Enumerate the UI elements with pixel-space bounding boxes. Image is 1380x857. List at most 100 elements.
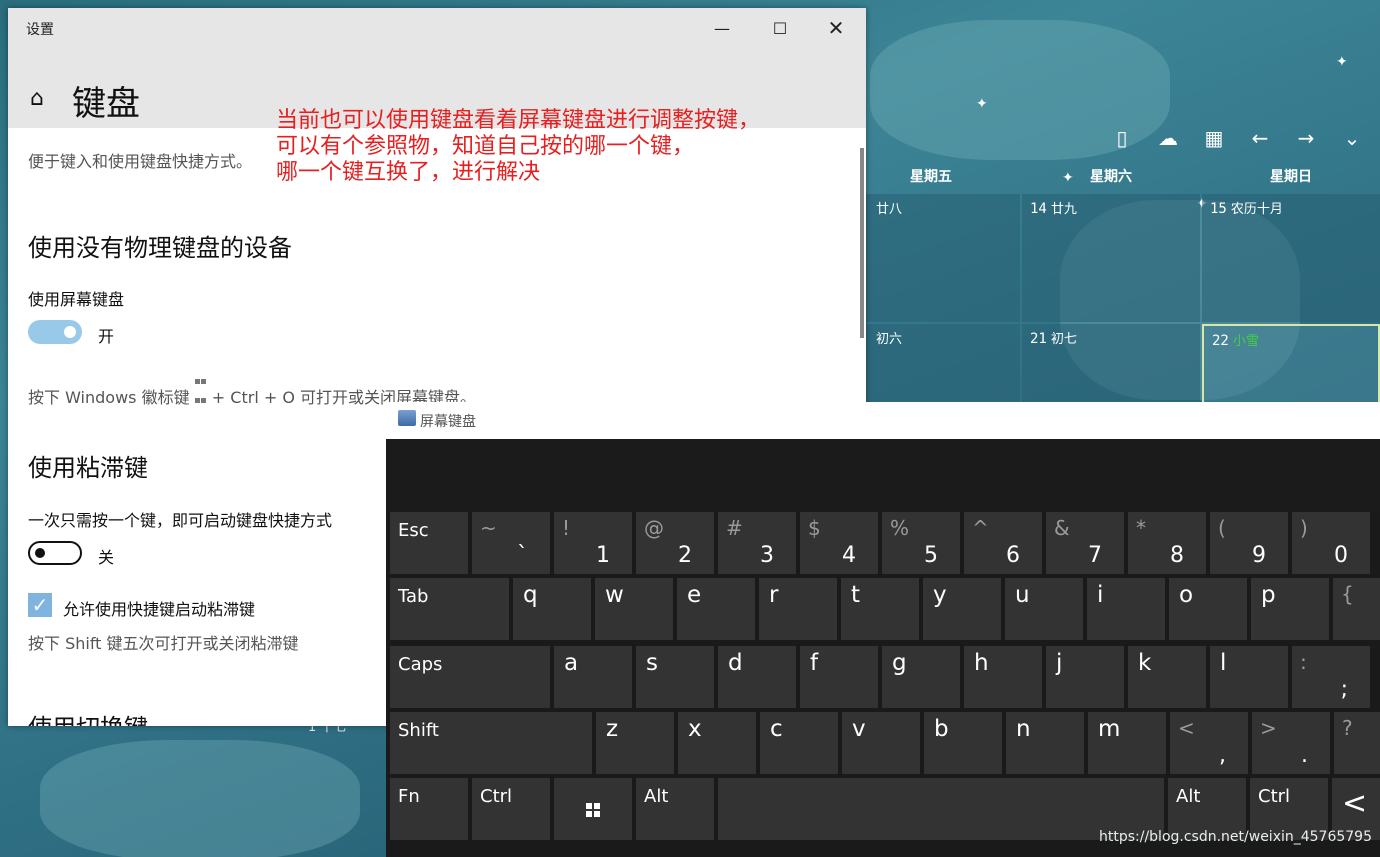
cloud-icon[interactable]: ☁ bbox=[1156, 124, 1180, 152]
key-x[interactable]: x bbox=[678, 712, 756, 774]
key-symbol[interactable]: {[ bbox=[1333, 578, 1380, 640]
keyboard-display-area bbox=[386, 439, 1380, 511]
star-icon: ✦ bbox=[1336, 54, 1348, 70]
key-label: a bbox=[564, 650, 579, 676]
key-e[interactable]: e bbox=[677, 578, 755, 640]
key-label: o bbox=[1179, 582, 1194, 608]
key-ctrl[interactable]: Ctrl bbox=[472, 778, 550, 840]
key-i[interactable]: i bbox=[1087, 578, 1165, 640]
key-u[interactable]: u bbox=[1005, 578, 1083, 640]
on-screen-keyboard-window: 屏幕键盘 Esc ~ `! 1 @2 #3 $4% 5 ^ 6 & 7 * 8(9) 0 Tab q w e r t y u… bbox=[386, 402, 1380, 857]
key-l[interactable]: l bbox=[1210, 646, 1288, 708]
key-symbol[interactable]: & 7 bbox=[1046, 512, 1124, 574]
key-symbol[interactable]: (9 bbox=[1210, 512, 1288, 574]
title-bar[interactable]: 屏幕键盘 bbox=[386, 402, 1380, 439]
key-label: 8 bbox=[1170, 543, 1184, 568]
key-label: f bbox=[810, 650, 819, 676]
key-symbol[interactable]: * 8 bbox=[1128, 512, 1206, 574]
key-symbol[interactable]: ~ ` bbox=[472, 512, 550, 574]
key-symbol[interactable]: ?/ bbox=[1334, 712, 1380, 774]
key-fn[interactable]: Fn bbox=[390, 778, 468, 840]
key-c[interactable]: c bbox=[760, 712, 838, 774]
phone-icon[interactable]: ▯ bbox=[1110, 124, 1134, 152]
home-icon[interactable]: ⌂ bbox=[30, 86, 44, 111]
scrollbar[interactable] bbox=[860, 148, 864, 338]
watermark: https://blog.csdn.net/weixin_45765795 bbox=[1098, 829, 1372, 845]
key-p[interactable]: p bbox=[1251, 578, 1329, 640]
annotation-line: 哪一个键互换了，进行解决 bbox=[276, 160, 541, 185]
key-symbol[interactable]: ) 0 bbox=[1292, 512, 1370, 574]
key-symbol[interactable]: <, bbox=[1170, 712, 1248, 774]
key-label: u bbox=[1015, 582, 1030, 608]
key-shift-label: * bbox=[1136, 516, 1146, 540]
key-o[interactable]: o bbox=[1169, 578, 1247, 640]
close-button[interactable]: ✕ bbox=[808, 8, 864, 48]
key-tab[interactable]: Tab bbox=[390, 578, 509, 640]
key-shift-label: ? bbox=[1342, 716, 1353, 740]
key-symbol[interactable]: @2 bbox=[636, 512, 714, 574]
key-f[interactable]: f bbox=[800, 646, 878, 708]
key-symbol[interactable]: $4 bbox=[800, 512, 878, 574]
calendar-day-cell[interactable]: 15 农历十月 bbox=[1202, 194, 1380, 322]
background-blob bbox=[40, 740, 360, 857]
key-a[interactable]: a bbox=[554, 646, 632, 708]
key-label: d bbox=[728, 650, 743, 676]
key-t[interactable]: t bbox=[841, 578, 919, 640]
key-m[interactable]: m bbox=[1088, 712, 1166, 774]
weekday-header: 星期六 bbox=[1090, 169, 1132, 185]
key-symbol[interactable]: #3 bbox=[718, 512, 796, 574]
calendar-day-cell[interactable]: 廿八 bbox=[842, 194, 1020, 322]
key-w[interactable]: w bbox=[595, 578, 673, 640]
key-y[interactable]: y bbox=[923, 578, 1001, 640]
calendar-day-cell[interactable]: 14 廿九 bbox=[1022, 194, 1200, 322]
key-windows[interactable] bbox=[554, 778, 632, 840]
key-label: q bbox=[523, 582, 538, 608]
key-label: Tab bbox=[398, 586, 429, 607]
arrow-left-icon[interactable]: ← bbox=[1248, 124, 1272, 152]
key-shift-label: % bbox=[890, 516, 910, 540]
sticky-keys-toggle[interactable] bbox=[28, 541, 82, 565]
key-symbol[interactable]: % 5 bbox=[882, 512, 960, 574]
sticky-shortcut-checkbox[interactable]: ✓ bbox=[28, 593, 52, 617]
chevron-left-icon: < bbox=[1342, 786, 1368, 821]
page-title: 键盘 bbox=[72, 84, 140, 124]
arrow-right-icon[interactable]: → bbox=[1294, 124, 1318, 152]
key-shift-label: # bbox=[726, 516, 743, 540]
key-label: 0 bbox=[1334, 543, 1348, 568]
day-number: 22 bbox=[1212, 333, 1229, 349]
windows-icon bbox=[586, 802, 600, 821]
key-h[interactable]: h bbox=[964, 646, 1042, 708]
key-j[interactable]: j bbox=[1046, 646, 1124, 708]
maximize-button[interactable]: ☐ bbox=[752, 8, 808, 48]
key-caps[interactable]: Caps bbox=[390, 646, 550, 708]
on-screen-keyboard-toggle[interactable] bbox=[28, 320, 82, 344]
key-symbol[interactable]: >. bbox=[1252, 712, 1330, 774]
key-z[interactable]: z bbox=[596, 712, 674, 774]
key-symbol[interactable]: :; bbox=[1292, 646, 1370, 708]
title-bar[interactable]: 设置 — ☐ ✕ bbox=[8, 8, 866, 50]
key-label: j bbox=[1056, 650, 1063, 676]
key-v[interactable]: v bbox=[842, 712, 920, 774]
key-g[interactable]: g bbox=[882, 646, 960, 708]
key-label: ; bbox=[1340, 677, 1348, 702]
key-k[interactable]: k bbox=[1128, 646, 1206, 708]
key-s[interactable]: s bbox=[636, 646, 714, 708]
toggle-state: 关 bbox=[98, 548, 115, 567]
key-space[interactable] bbox=[718, 778, 1164, 840]
minimize-button[interactable]: — bbox=[694, 8, 750, 48]
key-symbol[interactable]: ^ 6 bbox=[964, 512, 1042, 574]
key-shift[interactable]: Shift bbox=[390, 712, 592, 774]
key-b[interactable]: b bbox=[924, 712, 1002, 774]
windows-logo-icon bbox=[194, 370, 207, 403]
key-n[interactable]: n bbox=[1006, 712, 1084, 774]
calendar-icon[interactable]: ▦ bbox=[1202, 124, 1226, 152]
hint-text: 按下 Shift 键五次可打开或关闭粘滞键 bbox=[28, 634, 299, 653]
key-alt[interactable]: Alt bbox=[636, 778, 714, 840]
key-label: g bbox=[892, 650, 907, 676]
key-r[interactable]: r bbox=[759, 578, 837, 640]
key-d[interactable]: d bbox=[718, 646, 796, 708]
key-esc[interactable]: Esc bbox=[390, 512, 468, 574]
chevron-down-icon[interactable]: ⌄ bbox=[1340, 124, 1364, 152]
key-symbol[interactable]: ! 1 bbox=[554, 512, 632, 574]
key-q[interactable]: q bbox=[513, 578, 591, 640]
